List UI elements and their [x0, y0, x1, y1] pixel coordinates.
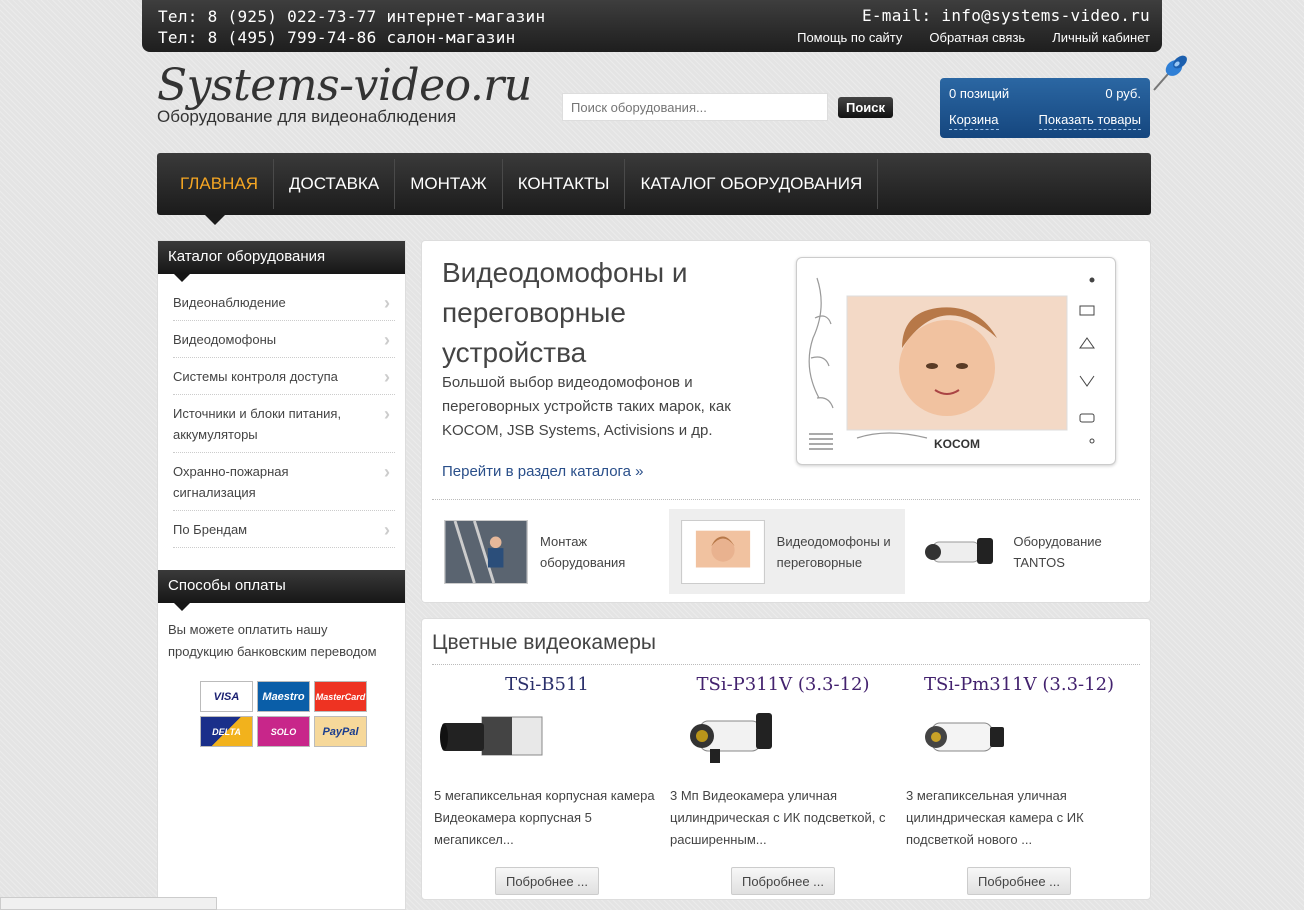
catalog-item-intercoms[interactable]: Видеодомофоны ›	[173, 321, 395, 358]
tab-installation-label: Монтаж оборудования	[540, 533, 626, 570]
tab-tantos-label: Оборудование TANTOS	[1013, 533, 1102, 570]
product-name[interactable]: TSi-Pm311V (3.3-12)	[906, 674, 1132, 695]
product-card: TSi-B511 5 мегапиксельная корпусная каме…	[434, 674, 660, 895]
bullet-camera-image[interactable]	[670, 707, 790, 767]
top-bar: Тел: 8 (925) 022-73-77 интернет-магазин …	[142, 0, 1162, 52]
catalog-item-video-surveillance[interactable]: Видеонаблюдение ›	[173, 284, 395, 321]
chevron-right-icon: ›	[384, 367, 390, 387]
catalog-heading: Каталог оборудования	[158, 241, 405, 282]
catalog-item-label: Охранно-пожарная сигнализация	[173, 464, 289, 500]
camera-thumbnail	[925, 537, 994, 564]
tab-installation[interactable]: Монтаж оборудования	[432, 509, 669, 594]
top-links: Помощь по сайту Обратная связь Личный ка…	[797, 30, 1150, 45]
cart-link[interactable]: Корзина	[949, 112, 999, 130]
catalog-item-label: Видеодомофоны	[173, 332, 277, 347]
sidebar: Каталог оборудования Видеонаблюдение › Ви…	[157, 240, 406, 910]
catalog-list: Видеонаблюдение › Видеодомофоны › Системы …	[158, 284, 405, 548]
payment-cards: VISA Maestro MasterCard DELTA SOLO PayPa…	[200, 681, 405, 747]
show-items-link[interactable]: Показать товары	[1038, 112, 1141, 130]
pushpin-icon	[1153, 55, 1187, 91]
chevron-right-icon: ›	[384, 520, 390, 540]
products-title: Цветные видеокамеры	[432, 631, 656, 654]
paypal-logo: PayPal	[314, 716, 367, 747]
phone-numbers: Тел: 8 (925) 022-73-77 интернет-магазин …	[158, 6, 545, 48]
catalog-item-access-control[interactable]: Системы контроля доступа ›	[173, 358, 395, 395]
product-card: TSi-Pm311V (3.3-12) 3 мегапиксельная ули…	[906, 674, 1132, 895]
feature-panel: Видеодомофоны и переговорные устройства …	[421, 240, 1151, 603]
intercom-image[interactable]: KOCOM	[796, 257, 1116, 465]
maestro-logo: Maestro	[257, 681, 310, 712]
catalog-item-brands[interactable]: По Брендам ›	[173, 511, 395, 548]
details-button[interactable]: Побробнее ...	[495, 867, 599, 895]
phone-salon: Тел: 8 (495) 799-74-86 салон-магазин	[158, 28, 516, 47]
feature-title: Видеодомофоны и переговорные устройства	[442, 257, 688, 368]
delta-logo: DELTA	[200, 716, 253, 747]
catalog-item-label: По Брендам	[173, 522, 248, 537]
catalog-section-link[interactable]: Перейти в раздел каталога »	[442, 463, 644, 480]
product-name[interactable]: TSi-B511	[434, 674, 660, 695]
bullet-camera-image[interactable]	[906, 707, 1026, 767]
chevron-right-icon: ›	[384, 330, 390, 350]
products-divider	[432, 664, 1140, 665]
catalog-item-fire-alarm[interactable]: Охранно-пожарная сигнализация ›	[173, 453, 395, 511]
tab-tantos[interactable]: Оборудование TANTOS	[905, 509, 1142, 594]
product-description: 5 мегапиксельная корпусная камера Видеок…	[434, 788, 655, 847]
nav-catalog[interactable]: КАТАЛОГ ОБОРУДОВАНИЯ	[625, 159, 879, 209]
feature-tabs: Монтаж оборудования Видеодомофоны и пере…	[432, 509, 1142, 594]
feedback-link[interactable]: Обратная связь	[929, 30, 1025, 45]
product-description: 3 мегапиксельная уличная цилиндрическая …	[906, 788, 1084, 847]
payment-heading: Способы оплаты	[158, 570, 405, 611]
logo-title: Systems-video.ru	[157, 60, 532, 111]
help-link[interactable]: Помощь по сайту	[797, 30, 902, 45]
nav-home[interactable]: ГЛАВНАЯ	[165, 159, 274, 209]
main-nav: ГЛАВНАЯ ДОСТАВКА МОНТАЖ КОНТАКТЫ КАТАЛОГ…	[157, 153, 1151, 215]
catalog-item-label: Системы контроля доступа	[173, 369, 338, 384]
product-card: TSi-P311V (3.3-12) 3 Мп Видеокамера улич…	[670, 674, 896, 895]
product-description: 3 Мп Видеокамера уличная цилиндрическая …	[670, 788, 886, 847]
cart-widget: 0 позиций 0 руб. Корзина Показать товары	[940, 78, 1150, 138]
catalog-item-power-supplies[interactable]: Источники и блоки питания, аккумуляторы ›	[173, 395, 395, 453]
chevron-right-icon: ›	[384, 404, 390, 424]
intercom-thumbnail	[680, 519, 765, 584]
site-logo[interactable]: Systems-video.ru Оборудование для видеон…	[157, 62, 532, 127]
tab-intercoms[interactable]: Видеодомофоны и переговорные	[668, 509, 906, 594]
feature-description: Большой выбор видеодомофонов и переговор…	[442, 374, 731, 439]
tab-intercoms-label: Видеодомофоны и переговорные	[776, 533, 891, 570]
search-button[interactable]: Поиск	[838, 96, 894, 118]
catalog-item-label: Источники и блоки питания, аккумуляторы	[173, 406, 342, 442]
account-link[interactable]: Личный кабинет	[1052, 30, 1150, 45]
cart-total: 0 руб.	[1105, 86, 1141, 101]
active-nav-indicator	[204, 214, 226, 225]
mastercard-logo: MasterCard	[314, 681, 367, 712]
box-camera-image[interactable]	[434, 707, 554, 767]
details-button[interactable]: Побробнее ...	[967, 867, 1071, 895]
nav-installation[interactable]: МОНТАЖ	[395, 159, 503, 209]
catalog-item-label: Видеонаблюдение	[173, 295, 286, 310]
details-button[interactable]: Побробнее ...	[731, 867, 835, 895]
products-panel: Цветные видеокамеры TSi-B511 5 мегапиксе…	[421, 618, 1151, 900]
nav-delivery[interactable]: ДОСТАВКА	[274, 159, 396, 209]
product-name[interactable]: TSi-P311V (3.3-12)	[670, 674, 896, 695]
payment-text: Вы можете оплатить нашу продукцию банков…	[168, 622, 377, 659]
solo-logo: SOLO	[257, 716, 310, 747]
nav-contacts[interactable]: КОНТАКТЫ	[503, 159, 626, 209]
phone-online-store: Тел: 8 (925) 022-73-77 интернет-магазин	[158, 7, 546, 26]
feature-divider	[432, 499, 1140, 500]
chevron-right-icon: ›	[384, 293, 390, 313]
kocom-brand-text: KOCOM	[934, 437, 980, 451]
chevron-right-icon: ›	[384, 462, 390, 482]
visa-logo: VISA	[200, 681, 253, 712]
search-input[interactable]	[562, 93, 828, 121]
email-contact[interactable]: E-mail: info@systems-video.ru	[862, 6, 1150, 25]
installation-thumbnail	[444, 519, 528, 584]
cart-positions: 0 позиций	[949, 86, 1010, 101]
search-form: Поиск	[562, 93, 894, 121]
horizontal-scrollbar[interactable]	[0, 897, 217, 910]
